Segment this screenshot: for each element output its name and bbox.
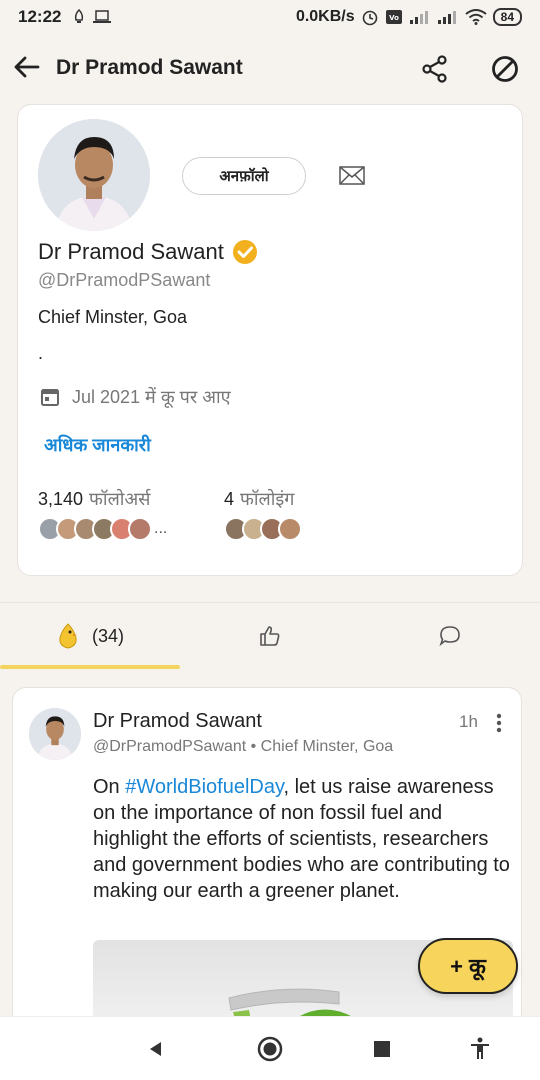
system-nav-bar bbox=[0, 1016, 540, 1080]
more-info-link[interactable]: अधिक जानकारी bbox=[44, 433, 151, 457]
following-avatars[interactable] bbox=[224, 517, 302, 541]
post-author-name[interactable]: Dr Pramod Sawant bbox=[93, 710, 262, 733]
accessibility-icon bbox=[471, 1037, 489, 1059]
share-icon bbox=[422, 55, 447, 83]
page-title: Dr Pramod Sawant bbox=[56, 56, 243, 79]
net-speed: 0.0KB/s bbox=[295, 8, 355, 25]
profile-tabs: (34) bbox=[0, 602, 540, 670]
back-button[interactable] bbox=[12, 52, 42, 82]
wifi-icon bbox=[465, 9, 487, 25]
nav-recents-icon bbox=[374, 1041, 390, 1057]
arrow-left-icon bbox=[14, 56, 40, 78]
calendar-icon bbox=[41, 389, 59, 406]
followers-count[interactable]: 3,140 फॉलोअर्स bbox=[38, 487, 150, 511]
alarm-icon bbox=[362, 10, 377, 26]
profile-avatar[interactable] bbox=[38, 119, 150, 231]
koos-count: (34) bbox=[91, 625, 124, 646]
svg-text:Vo: Vo bbox=[389, 14, 399, 22]
comment-icon bbox=[439, 626, 460, 647]
nav-home-button[interactable] bbox=[256, 1035, 284, 1063]
follower-avatar bbox=[128, 517, 152, 541]
more-vertical-icon bbox=[496, 713, 502, 733]
profile-handle: @DrPramodPSawant bbox=[38, 270, 211, 290]
nav-back-button[interactable] bbox=[142, 1035, 170, 1063]
tab-comments[interactable] bbox=[360, 603, 540, 669]
notification-icon bbox=[75, 9, 84, 23]
tab-active-indicator bbox=[0, 665, 180, 669]
post-more-button[interactable] bbox=[493, 712, 505, 734]
profile-bio-extra: . bbox=[38, 343, 44, 363]
hashtag-link[interactable]: #WorldBiofuelDay bbox=[125, 776, 283, 798]
following-count[interactable]: 4 फॉलोइंग bbox=[224, 487, 294, 511]
joined-date: Jul 2021 में कू पर आए bbox=[72, 387, 231, 407]
share-button[interactable] bbox=[420, 54, 450, 84]
following-avatar bbox=[278, 517, 302, 541]
app-bar: Dr Pramod Sawant bbox=[0, 40, 540, 98]
tab-likes[interactable] bbox=[180, 603, 360, 669]
battery-indicator: 84 bbox=[492, 8, 522, 26]
signal-icon-2 bbox=[437, 11, 456, 24]
nav-recents-button[interactable] bbox=[368, 1035, 396, 1063]
post-author-avatar[interactable] bbox=[29, 708, 81, 760]
status-time: 12:22 bbox=[18, 7, 62, 26]
person-photo-icon bbox=[29, 708, 81, 760]
post-text: On #WorldBiofuelDay, let us raise awaren… bbox=[93, 776, 510, 902]
followers-more: ... bbox=[154, 520, 168, 537]
block-icon bbox=[492, 56, 518, 82]
block-button[interactable] bbox=[490, 54, 520, 84]
profile-card: अनफ़ॉलो Dr Pramod Sawant @DrPramodPSawan… bbox=[17, 104, 523, 576]
message-button[interactable] bbox=[338, 163, 366, 189]
mail-icon bbox=[339, 166, 365, 185]
thumbs-up-icon bbox=[260, 626, 280, 646]
nav-home-icon bbox=[257, 1036, 283, 1062]
profile-bio: Chief Minster, Goa bbox=[38, 307, 188, 327]
accessibility-button[interactable] bbox=[466, 1035, 494, 1063]
laptop-icon bbox=[93, 10, 112, 23]
koo-bird-icon bbox=[59, 623, 77, 649]
profile-name: Dr Pramod Sawant bbox=[38, 239, 224, 264]
person-photo-icon bbox=[38, 119, 150, 231]
unfollow-button[interactable]: अनफ़ॉलो bbox=[182, 157, 306, 195]
tab-koos[interactable]: (34) bbox=[0, 603, 180, 669]
create-koo-button[interactable]: + कू bbox=[418, 938, 518, 994]
signal-icon bbox=[409, 11, 428, 24]
status-bar: 12:22 0.0KB/s Vo 84 bbox=[0, 0, 540, 34]
volte-icon: Vo bbox=[385, 10, 402, 24]
post-author-meta: @DrPramodPSawant • Chief Minster, Goa bbox=[93, 738, 394, 755]
verified-badge-icon bbox=[232, 240, 257, 264]
post-time: 1h bbox=[459, 712, 478, 731]
followers-avatars[interactable]: ... bbox=[38, 517, 167, 541]
nav-back-icon bbox=[150, 1042, 161, 1056]
